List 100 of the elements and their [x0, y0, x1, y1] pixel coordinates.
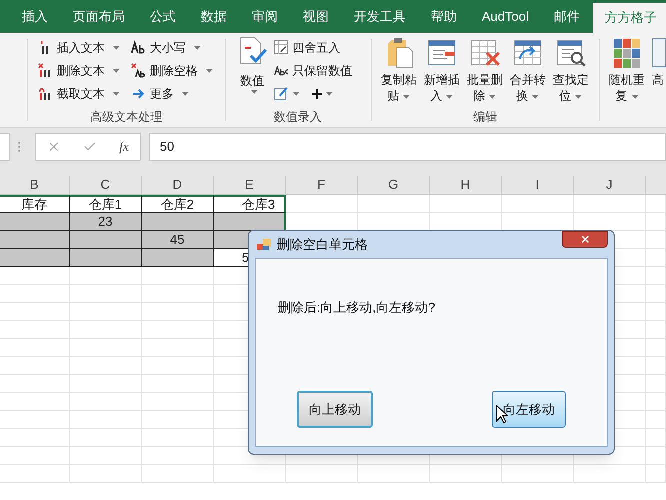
table-cell: [646, 357, 666, 375]
ribbon-button[interactable]: 只保留数值: [274, 59, 352, 82]
table-cell: [646, 231, 666, 249]
table-cell: 仓库2: [142, 195, 214, 213]
table-cell: [286, 465, 358, 483]
table-cell: [646, 339, 666, 357]
column-header[interactable]: I: [502, 176, 574, 194]
table-cell: 仓库3: [214, 195, 286, 213]
caret-icon: [182, 92, 189, 96]
table-cell: [646, 321, 666, 339]
function-button[interactable]: fx: [120, 137, 129, 157]
caret-icon: [575, 94, 582, 99]
ribbon-tab[interactable]: 数据: [189, 0, 239, 33]
column-header[interactable]: C: [70, 176, 142, 194]
table-cell: [70, 465, 142, 483]
table-cell: [70, 375, 142, 393]
table-cell: [70, 285, 142, 303]
table-cell: [0, 375, 70, 393]
edit-table-button[interactable]: [274, 86, 300, 101]
ribbon-tab[interactable]: 帮助: [419, 0, 469, 33]
column-header[interactable]: J: [574, 176, 646, 194]
table-cell: [646, 213, 666, 231]
caret-icon: [206, 68, 213, 72]
ab-delete-icon: [130, 63, 146, 78]
table-cell: [0, 465, 70, 483]
number-button[interactable]: 数值: [236, 36, 270, 108]
column-header[interactable]: E: [214, 176, 286, 194]
table-cell: [646, 393, 666, 411]
ribbon-button[interactable]: 高: [652, 37, 666, 127]
formula-input[interactable]: 50: [149, 133, 666, 161]
table-cell: [70, 447, 142, 465]
column-header[interactable]: F: [286, 176, 358, 194]
table-cell: [0, 285, 70, 303]
table-cell: [0, 393, 70, 411]
add-button[interactable]: [312, 88, 332, 98]
table-cell: [0, 267, 70, 285]
color-grid-icon: [613, 37, 641, 69]
group-label: 编辑: [473, 109, 498, 126]
ab-text-icon: [130, 40, 146, 55]
table-cell: [358, 465, 430, 483]
table-cell: [646, 465, 666, 483]
caret-icon: [251, 90, 258, 94]
ribbon-button[interactable]: 复制粘贴: [377, 37, 420, 108]
column-header[interactable]: H: [430, 176, 502, 194]
table-cell: [142, 447, 214, 465]
table-cell: [70, 357, 142, 375]
cut-text-icon: [38, 86, 53, 101]
ribbon-button[interactable]: 合并转换: [506, 37, 550, 108]
ribbon-tab[interactable]: 插入: [10, 0, 60, 33]
dialog-button[interactable]: 向上移动: [297, 391, 373, 428]
table-cell: [646, 447, 666, 465]
table-cell: 23: [70, 213, 142, 231]
table-cell: [0, 321, 70, 339]
ribbon-button[interactable]: 四舍五入: [274, 36, 352, 59]
ribbon-tab[interactable]: 公式: [138, 0, 188, 33]
ribbon-button[interactable]: 更多: [130, 82, 213, 105]
table-cell: [574, 465, 646, 483]
group-label: 高级文本处理: [90, 109, 162, 126]
ribbon-button[interactable]: 插入文本: [38, 36, 123, 59]
ribbon-tab[interactable]: AudTool: [470, 0, 541, 33]
table-cell: [70, 393, 142, 411]
ribbon-button[interactable]: 删除文本: [38, 59, 123, 82]
column-header[interactable]: B: [0, 176, 70, 194]
table-cell: [0, 357, 70, 375]
close-button[interactable]: [562, 231, 608, 248]
column-header[interactable]: D: [142, 176, 214, 194]
ribbon-button[interactable]: 大小写: [130, 36, 213, 59]
table-cell: [70, 411, 142, 429]
table-cell: [646, 411, 666, 429]
ribbon-tab[interactable]: 页面布局: [61, 0, 137, 33]
app-icon: [257, 238, 271, 250]
ribbon-tab[interactable]: 方方格子: [592, 3, 666, 33]
plus-icon: [312, 88, 322, 98]
ribbon-tab[interactable]: 开发工具: [342, 0, 418, 33]
ribbon-button[interactable]: 删除空格: [130, 59, 213, 82]
ribbon-tab[interactable]: 邮件: [542, 0, 592, 33]
ribbon-button[interactable]: 查找定位: [549, 37, 592, 108]
caret-icon: [326, 92, 332, 96]
table-cell: 仓库1: [70, 195, 142, 213]
ribbon-button[interactable]: 批量删除: [463, 37, 506, 108]
caret-icon: [112, 92, 120, 96]
caret-icon: [532, 94, 540, 99]
table-cell: [646, 303, 666, 321]
table-cell: 库存: [0, 195, 70, 213]
delete-text-icon: [38, 63, 53, 78]
column-header[interactable]: G: [358, 176, 430, 194]
table-cell: [0, 303, 70, 321]
caret-icon: [112, 68, 120, 72]
close-icon: [580, 234, 590, 245]
ribbon-tab[interactable]: 审阅: [240, 0, 290, 33]
caret-icon: [403, 94, 410, 99]
table-cell: [0, 339, 70, 357]
dialog-message: 删除后:向上移动,向左移动?: [278, 299, 436, 317]
grip-icon: [18, 141, 21, 153]
ribbon-button[interactable]: 截取文本: [38, 82, 123, 105]
ribbon-button[interactable]: 随机重 复: [606, 37, 648, 127]
table-cell: [646, 429, 666, 447]
table-cell: [0, 447, 70, 465]
ribbon-tab[interactable]: 视图: [291, 0, 341, 33]
ribbon-button[interactable]: 新增插入: [420, 37, 464, 108]
